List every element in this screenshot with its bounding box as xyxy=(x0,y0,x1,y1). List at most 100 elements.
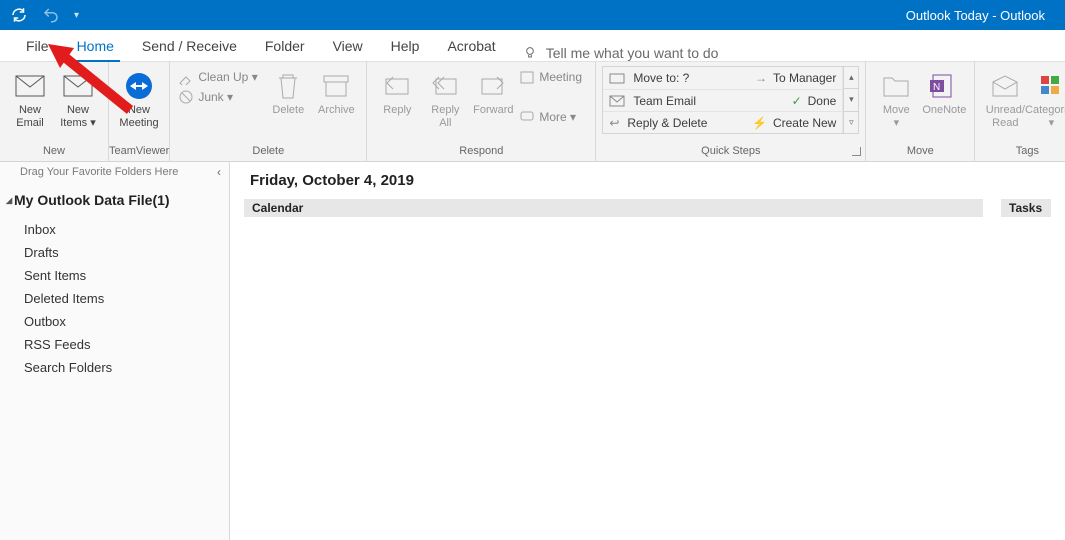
sync-icon[interactable] xyxy=(10,6,28,24)
tab-folder[interactable]: Folder xyxy=(251,32,319,61)
group-move: Move ▾ N OneNote Move xyxy=(866,62,975,161)
qs-to-manager[interactable]: →To Manager xyxy=(755,71,836,85)
qs-done[interactable]: ✓Done xyxy=(792,94,837,108)
nav-deleted-items[interactable]: Deleted Items xyxy=(0,287,229,310)
nav-search-folders[interactable]: Search Folders xyxy=(0,356,229,379)
ribbon-tabs: File Home Send / Receive Folder View Hel… xyxy=(0,30,1065,62)
tab-file[interactable]: File xyxy=(12,32,63,61)
reply-all-button[interactable]: Reply All xyxy=(421,66,469,130)
new-email-button[interactable]: New Email xyxy=(6,66,54,130)
delete-button[interactable]: Delete xyxy=(264,66,312,117)
reply-icon xyxy=(381,70,413,102)
more-label: More ▾ xyxy=(539,110,576,124)
forward-icon xyxy=(477,70,509,102)
group-teamviewer-label: TeamViewer xyxy=(109,143,169,161)
group-teamviewer: New Meeting TeamViewer xyxy=(109,62,170,161)
junk-button[interactable]: Junk ▾ xyxy=(176,88,264,106)
group-delete-label: Delete xyxy=(170,143,366,161)
archive-label: Archive xyxy=(318,104,355,117)
envelope-open-icon xyxy=(989,70,1021,102)
onenote-icon: N xyxy=(928,70,960,102)
forward-button[interactable]: Forward xyxy=(469,66,517,117)
reply-all-label: Reply All xyxy=(431,104,459,130)
qs-scroll-up[interactable]: ▴ xyxy=(844,67,858,88)
move-button[interactable]: Move ▾ xyxy=(872,66,920,130)
group-respond-label: Respond xyxy=(367,143,595,161)
clean-up-button[interactable]: Clean Up ▾ xyxy=(176,68,264,86)
favorites-hint-label: Drag Your Favorite Folders Here xyxy=(20,166,178,178)
tab-help[interactable]: Help xyxy=(377,32,434,61)
archive-button[interactable]: Archive xyxy=(312,66,360,117)
qs-reply-delete-label: Reply & Delete xyxy=(627,116,707,130)
qs-done-label: Done xyxy=(808,94,837,108)
nav-rss-feeds[interactable]: RSS Feeds xyxy=(0,333,229,356)
onenote-button[interactable]: N OneNote xyxy=(920,66,968,117)
group-delete: Clean Up ▾ Junk ▾ Delete Archive Delete xyxy=(170,62,367,161)
reply-all-icon xyxy=(429,70,461,102)
title-bar: ▾ Outlook Today - Outlook xyxy=(0,0,1065,30)
new-items-label: New Items ▾ xyxy=(60,104,95,130)
group-quick-steps: Move to: ? →To Manager Team Email ✓Done … xyxy=(596,62,866,161)
calendar-icon xyxy=(519,69,535,85)
undo-icon[interactable] xyxy=(42,6,60,24)
group-new-label: New xyxy=(0,143,108,161)
onenote-label: OneNote xyxy=(922,104,966,117)
content-area: Drag Your Favorite Folders Here ‹ My Out… xyxy=(0,162,1065,540)
unread-read-button[interactable]: Unread/ Read xyxy=(981,66,1029,130)
new-email-label: New Email xyxy=(16,104,44,130)
window-title: Outlook Today - Outlook xyxy=(79,8,1055,23)
new-items-button[interactable]: New Items ▾ xyxy=(54,66,102,130)
collapse-pane-icon[interactable]: ‹ xyxy=(217,165,221,179)
qat-customize-icon[interactable]: ▾ xyxy=(74,10,79,21)
qs-move-to-label: Move to: ? xyxy=(633,71,689,85)
qs-move-to[interactable]: Move to: ? →To Manager xyxy=(603,67,842,89)
qs-create-new[interactable]: ⚡Create New xyxy=(752,116,836,130)
group-tags: Unread/ Read Categori… ▾ Tags xyxy=(975,62,1065,161)
tab-acrobat[interactable]: Acrobat xyxy=(433,32,509,61)
outlook-today-view: Friday, October 4, 2019 Calendar Tasks xyxy=(230,162,1065,540)
forward-label: Forward xyxy=(473,104,513,117)
nav-sent-items[interactable]: Sent Items xyxy=(0,264,229,287)
nav-inbox[interactable]: Inbox xyxy=(0,218,229,241)
junk-label: Junk ▾ xyxy=(198,90,233,104)
trash-icon xyxy=(272,70,304,102)
folder-move-icon xyxy=(609,72,625,84)
qs-team-email[interactable]: Team Email ✓Done xyxy=(603,89,842,111)
new-meeting-button[interactable]: New Meeting xyxy=(115,66,163,130)
nav-drafts[interactable]: Drafts xyxy=(0,241,229,264)
favorites-drop-hint[interactable]: Drag Your Favorite Folders Here ‹ xyxy=(0,162,229,182)
delete-label: Delete xyxy=(272,104,304,117)
categories-icon xyxy=(1035,70,1065,102)
move-label: Move ▾ xyxy=(883,104,910,130)
calendar-section-header[interactable]: Calendar xyxy=(244,199,983,217)
nav-account-header[interactable]: My Outlook Data File(1) xyxy=(0,182,229,218)
new-meeting-label: New Meeting xyxy=(119,104,158,130)
group-tags-label: Tags xyxy=(975,143,1065,161)
qs-expand[interactable]: ▿ xyxy=(844,111,858,133)
envelope-icon xyxy=(14,70,46,102)
tell-me-label: Tell me what you want to do xyxy=(546,45,719,61)
qs-to-manager-label: To Manager xyxy=(773,71,836,85)
tab-send-receive[interactable]: Send / Receive xyxy=(128,32,251,61)
qs-scroll-down[interactable]: ▾ xyxy=(844,88,858,110)
tasks-section-header[interactable]: Tasks xyxy=(1001,199,1051,217)
tell-me-search[interactable]: Tell me what you want to do xyxy=(522,45,719,61)
group-quicksteps-label: Quick Steps xyxy=(596,143,865,161)
reply-label: Reply xyxy=(383,104,411,117)
categorize-button[interactable]: Categori… ▾ xyxy=(1029,66,1065,130)
tab-view[interactable]: View xyxy=(319,32,377,61)
nav-outbox[interactable]: Outbox xyxy=(0,310,229,333)
reply-button[interactable]: Reply xyxy=(373,66,421,117)
today-date: Friday, October 4, 2019 xyxy=(244,170,1051,199)
tab-home[interactable]: Home xyxy=(63,32,128,61)
archive-icon xyxy=(320,70,352,102)
folder-pane: Drag Your Favorite Folders Here ‹ My Out… xyxy=(0,162,230,540)
qs-create-new-label: Create New xyxy=(773,116,836,130)
meeting-button[interactable]: Meeting xyxy=(517,68,589,86)
categorize-label: Categori… ▾ xyxy=(1025,104,1065,130)
more-respond-button[interactable]: More ▾ xyxy=(517,108,589,126)
teamviewer-icon xyxy=(123,70,155,102)
qs-reply-delete[interactable]: ↩ Reply & Delete ⚡Create New xyxy=(603,111,842,133)
group-move-label: Move xyxy=(866,143,974,161)
junk-icon xyxy=(178,89,194,105)
